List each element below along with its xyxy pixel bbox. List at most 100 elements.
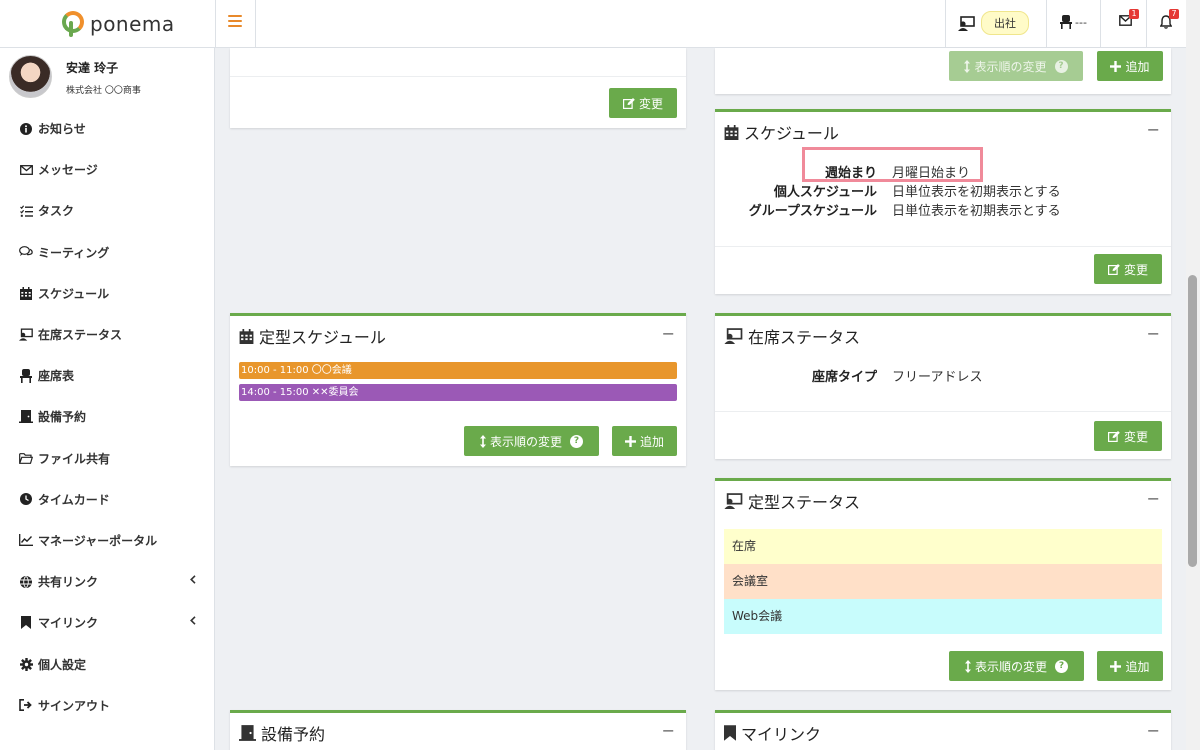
ponema-logo-icon	[62, 11, 84, 37]
divider	[715, 411, 1171, 412]
sidebar-item-schedule[interactable]: スケジュール	[0, 273, 214, 314]
plus-icon	[1110, 60, 1122, 72]
app-logo[interactable]: ponema	[62, 11, 175, 37]
menu-icon[interactable]	[228, 15, 242, 29]
sidebar-item-signout[interactable]: サインアウト	[0, 685, 214, 726]
fixed-status-item[interactable]: 会議室	[724, 564, 1162, 599]
add-button[interactable]: 追加	[612, 426, 677, 456]
add-button[interactable]: 追加	[1097, 651, 1163, 681]
sidebar-item-meetings[interactable]: ミーティング	[0, 232, 214, 273]
setting-label: 週始まり	[824, 166, 877, 181]
bookmark-icon	[724, 725, 736, 741]
folder-icon	[19, 451, 33, 465]
fixed-status-label: 在席	[732, 539, 757, 553]
edit-button[interactable]: 変更	[1094, 421, 1162, 451]
panel-title-text: 定型ステータス	[748, 493, 861, 512]
seat-icon	[1060, 15, 1072, 29]
collapse-button[interactable]: −	[1147, 324, 1160, 343]
sidebar-item-seating[interactable]: 座席表	[0, 355, 214, 396]
reorder-button[interactable]: 表示順の変更 ?	[949, 51, 1083, 81]
sidebar-item-facility[interactable]: 設備予約	[0, 396, 214, 437]
reorder-button[interactable]: 表示順の変更 ?	[464, 426, 599, 456]
fixed-schedule-item[interactable]: 10:00 - 11:00 〇〇会議	[239, 362, 677, 379]
sidebar-item-messages[interactable]: メッセージ	[0, 149, 214, 190]
edit-icon	[622, 97, 635, 109]
chair-icon	[19, 368, 33, 383]
calendar-icon	[19, 286, 33, 300]
help-icon[interactable]: ?	[1054, 59, 1068, 73]
collapse-button[interactable]: −	[662, 721, 675, 740]
panel-top-right: 表示順の変更 ? 追加	[715, 48, 1171, 94]
app-name: ponema	[90, 12, 175, 36]
sidebar-item-label: 個人設定	[38, 657, 87, 672]
info-icon	[19, 122, 33, 136]
sidebar-item-presence[interactable]: 在席ステータス	[0, 314, 214, 355]
sidebar-item-label: ファイル共有	[38, 451, 111, 466]
setting-value: 日単位表示を初期表示とする	[892, 204, 1061, 219]
divider	[1146, 0, 1147, 48]
setting-label: グループスケジュール	[748, 204, 877, 219]
signout-icon	[19, 698, 33, 712]
notification-button[interactable]: 7	[1159, 9, 1179, 33]
seat-status-label: ---	[1075, 15, 1087, 29]
edit-button[interactable]: 変更	[609, 88, 677, 118]
calendar-icon	[239, 328, 254, 344]
sort-icon	[479, 434, 486, 448]
attendance-icon	[958, 15, 975, 31]
setting-row-week-start: 週始まり 月曜日始まり	[715, 162, 1175, 181]
collapse-button[interactable]: −	[1147, 721, 1160, 740]
chevron-left-icon[interactable]	[190, 616, 196, 626]
edit-icon	[1107, 430, 1120, 442]
door-icon	[239, 725, 256, 741]
sidebar-item-manager-portal[interactable]: マネージャーポータル	[0, 520, 214, 561]
panel-title: 設備予約	[239, 721, 325, 745]
seat-status-button[interactable]: ---	[1060, 15, 1087, 29]
scrollbar-thumb[interactable]	[1188, 275, 1197, 567]
sidebar-item-label: 在席ステータス	[38, 328, 123, 343]
fixed-schedule-item[interactable]: 14:00 - 15:00 ✕✕委員会	[239, 384, 677, 401]
panel-fixed-schedule: 定型スケジュール − 10:00 - 11:00 〇〇会議 14:00 - 15…	[230, 313, 686, 466]
panel-mylink: マイリンク −	[715, 710, 1171, 750]
help-icon[interactable]: ?	[1055, 659, 1068, 673]
collapse-button[interactable]: −	[662, 324, 675, 343]
collapse-button[interactable]: −	[1147, 489, 1160, 508]
reorder-button[interactable]: 表示順の変更 ?	[949, 651, 1084, 681]
user-profile[interactable]: 安達 玲子 株式会社 〇〇商事	[9, 55, 141, 98]
chat-icon	[19, 245, 33, 259]
panel-facility: 設備予約 −	[230, 710, 686, 750]
sidebar-item-my-links[interactable]: マイリンク	[0, 602, 214, 643]
bookmark-icon	[19, 616, 33, 630]
fixed-schedule-item-label: 10:00 - 11:00 〇〇会議	[241, 365, 352, 376]
sidebar-item-label: 設備予約	[38, 410, 87, 425]
sidebar-item-settings[interactable]: 個人設定	[0, 643, 214, 684]
fixed-status-label: 会議室	[732, 574, 769, 588]
reorder-button-label: 表示順の変更	[489, 434, 562, 449]
chart-icon	[19, 533, 33, 547]
sidebar-item-tasks[interactable]: タスク	[0, 190, 214, 231]
sidebar-item-notices[interactable]: お知らせ	[0, 108, 214, 149]
attendance-status-button[interactable]: 出社	[958, 11, 1029, 35]
plus-icon	[1110, 660, 1122, 672]
edit-button[interactable]: 変更	[1094, 254, 1162, 284]
mail-count-badge: 1	[1129, 9, 1139, 19]
sidebar-item-shared-links[interactable]: 共有リンク	[0, 561, 214, 602]
sidebar-nav: お知らせ メッセージ タスク ミーティング スケジュール 在席ステータス 座席表	[0, 108, 214, 726]
checklist-icon	[19, 204, 33, 218]
edit-icon	[1107, 263, 1120, 275]
mail-button[interactable]: 1	[1119, 9, 1139, 30]
sidebar-item-timecard[interactable]: タイムカード	[0, 479, 214, 520]
edit-button-label: 変更	[1123, 262, 1148, 277]
fixed-status-item[interactable]: Web会議	[724, 599, 1162, 634]
chevron-left-icon[interactable]	[190, 575, 196, 584]
help-icon[interactable]: ?	[570, 434, 583, 448]
sidebar-item-files[interactable]: ファイル共有	[0, 438, 214, 479]
reorder-button-label: 表示順の変更	[974, 59, 1047, 74]
setting-row-seat-type: 座席タイプ フリーアドレス	[715, 366, 1175, 385]
collapse-button[interactable]: −	[1147, 120, 1160, 139]
setting-value: 月曜日始まり	[892, 166, 971, 181]
attendance-icon	[19, 328, 33, 342]
add-button[interactable]: 追加	[1097, 51, 1163, 81]
panel-presence: 在席ステータス − 座席タイプ フリーアドレス 変更	[715, 313, 1171, 459]
fixed-status-item[interactable]: 在席	[724, 529, 1162, 564]
panel-title-text: スケジュール	[744, 124, 839, 143]
